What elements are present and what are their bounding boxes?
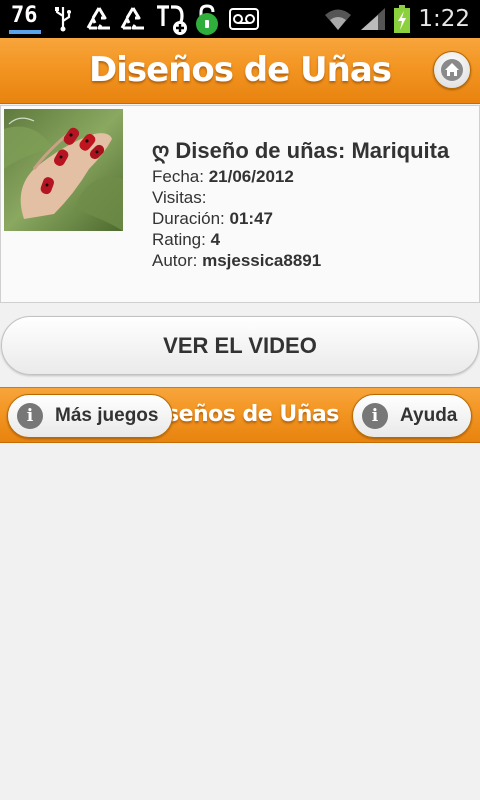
battery-charging-icon (392, 0, 412, 38)
home-icon (440, 58, 464, 82)
date-value: 21/06/2012 (208, 167, 294, 186)
duration-label: Duración: (152, 209, 225, 228)
rating-value: 4 (210, 230, 221, 249)
info-icon: i (362, 403, 388, 429)
video-thumbnail[interactable] (4, 109, 123, 231)
notification-badge-count: 76 (11, 3, 38, 28)
status-time: 1:22 (418, 6, 470, 32)
info-icon: i (17, 403, 43, 429)
video-duration-row: Duración: 01:47 (152, 208, 462, 229)
more-games-button[interactable]: i Más juegos (7, 394, 173, 438)
date-label: Fecha: (152, 167, 204, 186)
td-plus-icon (155, 0, 189, 38)
help-button[interactable]: i Ayuda (352, 394, 472, 438)
status-bar: 76 1:22 (0, 0, 480, 38)
app-header: Diseños de Uñas (0, 38, 480, 104)
notification-badge-icon: 76 (8, 0, 44, 38)
page-title: Diseños de Uñas (88, 50, 392, 90)
help-label: Ayuda (400, 405, 458, 426)
author-label: Autor: (152, 251, 198, 270)
rating-label: Rating: (152, 230, 206, 249)
duration-value: 01:47 (229, 209, 273, 228)
video-rating-row: Rating: 4 (152, 229, 462, 250)
lock-icon (192, 0, 222, 38)
wifi-icon (322, 0, 354, 38)
views-label: Visitas: (152, 188, 207, 207)
voicemail-icon (228, 0, 260, 38)
recycle-icon (118, 0, 148, 38)
recycle-icon (84, 0, 114, 38)
usb-icon (52, 0, 74, 38)
more-games-label: Más juegos (55, 405, 159, 426)
footer-bar: Diseños de Uñas i Más juegos i Ayuda (0, 387, 480, 443)
signal-icon (358, 0, 388, 38)
video-title: ღ Diseño de uñas: Mariquita (152, 138, 450, 163)
video-views-row: Visitas: (152, 187, 462, 208)
home-button[interactable] (433, 51, 471, 89)
video-date-row: Fecha: 21/06/2012 (152, 166, 462, 187)
video-author-row: Autor: msjessica8891 (152, 250, 462, 271)
author-value: msjessica8891 (202, 251, 322, 270)
video-details-card: ღ Diseño de uñas: Mariquita Fecha: 21/06… (0, 105, 480, 303)
watch-video-button[interactable]: VER EL VIDEO (1, 316, 479, 375)
video-info: ღ Diseño de uñas: Mariquita Fecha: 21/06… (152, 136, 462, 271)
